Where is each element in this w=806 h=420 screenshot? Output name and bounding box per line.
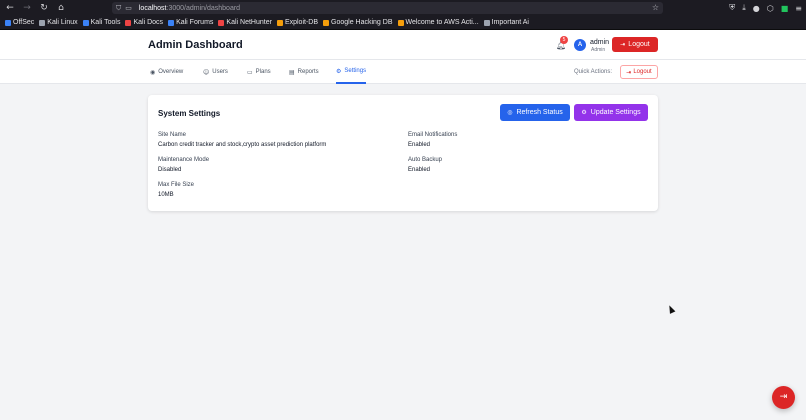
page-icon: ▭ [125, 4, 132, 12]
quick-actions-label: Quick Actions: [574, 69, 613, 75]
bookmark-icon [82, 19, 89, 26]
tab-overview[interactable]: ◉ Overview [150, 60, 183, 84]
address-bar[interactable]: ⛉ ▭ localhost:3000/admin/dashboard ☆ [112, 2, 663, 14]
site-name-value: Carbon credit tracker and stock,crypto a… [158, 142, 327, 148]
card-icon: ▭ [247, 68, 253, 76]
bookmarks-bar: OffSec Kali Linux Kali Tools Kali Docs K… [0, 16, 806, 30]
update-settings-button[interactable]: ⚙ Update Settings [574, 104, 648, 121]
shield-icon: ⛉ [116, 3, 122, 12]
download-icon[interactable]: ⤓ [742, 3, 746, 13]
pocket-icon[interactable]: ⛨ [729, 3, 735, 13]
system-settings-card: System Settings ◎ Refresh Status ⚙ Update … [148, 95, 658, 211]
user-name: admin [590, 39, 610, 46]
reload-icon[interactable]: ↻ [37, 1, 51, 15]
bookmark-icon [323, 19, 330, 26]
avatar[interactable]: A [574, 39, 586, 51]
bookmark-icon [218, 19, 225, 26]
logout-icon: ⇥ [779, 392, 788, 402]
tab-users[interactable]: ☺ Users [203, 60, 228, 84]
page-title: Admin Dashboard [148, 39, 243, 51]
bookmark-item[interactable]: Kali Tools [82, 19, 120, 26]
menu-icon[interactable]: ≡ [795, 4, 802, 13]
bookmark-item[interactable]: Kali NetHunter [218, 19, 272, 26]
maintenance-mode-value: Disabled [158, 167, 182, 173]
extension-icon[interactable]: ■ [781, 4, 789, 13]
bookmark-icon [397, 19, 404, 26]
tab-plans[interactable]: ▭ Plans [247, 60, 271, 84]
floating-logout-button[interactable]: ⇥ [772, 386, 795, 409]
refresh-icon: ◎ [507, 109, 513, 116]
bookmark-item[interactable]: Kali Linux [39, 19, 78, 26]
bookmark-icon [39, 19, 46, 26]
bookmark-icon [276, 19, 283, 26]
site-name-label: Site Name [158, 132, 187, 138]
bookmark-item[interactable]: Google Hacking DB [323, 19, 393, 26]
card-title: System Settings [158, 109, 221, 118]
email-notifications-label: Email Notifications [408, 132, 458, 138]
maintenance-mode-label: Maintenance Mode [158, 157, 210, 163]
app-header: Admin Dashboard 🔔︎ 5 A admin Admin ⇥ Logo… [0, 30, 806, 60]
max-file-size-value: 10MB [158, 192, 174, 198]
tab-settings[interactable]: ⚙ Settings [336, 60, 367, 84]
browser-toolbar: ← → ↻ ⌂ ⛉ ▭ localhost:3000/admin/dashboa… [0, 0, 806, 16]
bookmark-item[interactable]: Kali Forums [168, 19, 213, 26]
gear-icon: ⚙ [581, 109, 587, 116]
refresh-status-button[interactable]: ◎ Refresh Status [500, 104, 570, 121]
user-role: Admin [591, 47, 606, 53]
home-icon[interactable]: ⌂ [54, 1, 68, 15]
logout-icon: ⇥ [626, 68, 632, 76]
tab-reports[interactable]: ▤ Reports [289, 60, 319, 84]
browser-extensions: ⛨ ⤓ ● ⬡ ■ ≡ [722, 0, 802, 16]
bookmark-item[interactable]: OffSec [5, 19, 34, 26]
document-icon: ▤ [289, 68, 295, 76]
bookmark-icon [5, 19, 11, 26]
notification-badge: 5 [560, 36, 568, 44]
logout-button[interactable]: ⇥ Logout [612, 37, 658, 52]
bookmark-star-icon[interactable]: ☆ [652, 2, 659, 14]
auto-backup-value: Enabled [408, 167, 431, 173]
bookmark-icon [125, 19, 132, 26]
bookmark-item[interactable]: Kali Docs [125, 19, 163, 26]
bookmark-item[interactable]: Welcome to AWS Acti... [397, 19, 479, 26]
bookmark-icon [168, 19, 175, 26]
email-notifications-value: Enabled [408, 142, 431, 148]
auto-backup-label: Auto Backup [408, 157, 443, 163]
forward-icon[interactable]: → [20, 1, 34, 15]
page-content: Admin Dashboard 🔔︎ 5 A admin Admin ⇥ Logo… [0, 30, 806, 420]
bookmark-item[interactable]: Exploit-DB [276, 19, 318, 26]
quick-logout-button[interactable]: ⇥ Logout [620, 65, 658, 79]
folder-icon [483, 19, 490, 26]
logout-icon: ⇥ [620, 41, 626, 48]
url-text: localhost:3000/admin/dashboard [138, 4, 241, 12]
bookmark-folder[interactable]: Important Ai [483, 19, 529, 26]
account-icon[interactable]: ● [753, 4, 760, 13]
gear-icon: ⚙ [336, 67, 342, 75]
back-icon[interactable]: ← [3, 1, 17, 15]
max-file-size-label: Max File Size [158, 182, 195, 188]
users-icon: ☺ [203, 68, 210, 76]
eye-icon: ◉ [150, 68, 156, 76]
extensions-icon[interactable]: ⬡ [767, 4, 774, 13]
tab-bar: ◉ Overview ☺ Users ▭ Plans ▤ Reports ⚙ Settin… [0, 60, 806, 84]
